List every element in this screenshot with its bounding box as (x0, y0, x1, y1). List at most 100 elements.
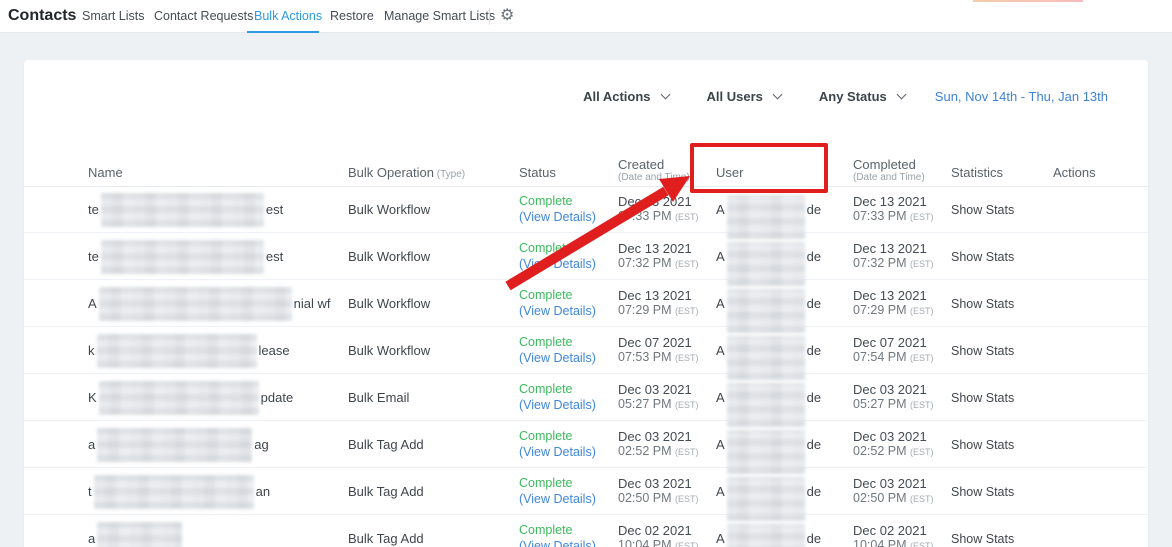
show-stats-link[interactable]: Show Stats (951, 391, 1014, 405)
cell-created: Dec 13 2021 07:29 PM (EST) (618, 280, 699, 327)
cell-name: Kpdate (88, 374, 293, 421)
cell-created: Dec 03 2021 02:50 PM (EST) (618, 468, 699, 515)
completed-time-value: 05:27 PM (853, 397, 907, 411)
show-stats-link[interactable]: Show Stats (951, 203, 1014, 217)
user-suffix: de (806, 484, 822, 499)
created-date: Dec 13 2021 (618, 287, 692, 303)
chevron-down-icon (896, 89, 907, 99)
created-time-value: 07:29 PM (618, 303, 672, 317)
view-details-link[interactable]: (View Details) (519, 539, 596, 547)
user-suffix: de (806, 343, 822, 358)
completed-date: Dec 03 2021 (853, 381, 927, 397)
cell-user: Ade (716, 374, 822, 427)
any-status-label: Any Status (818, 88, 887, 104)
all-users-dropdown[interactable]: All Users (707, 89, 783, 104)
completed-timezone: (EST) (910, 447, 934, 457)
created-time: 10:04 PM (EST) (618, 538, 699, 547)
created-timezone: (EST) (675, 400, 699, 410)
column-header-label: Statistics (951, 165, 1004, 180)
created-time-value: 07:33 PM (618, 209, 672, 223)
cell-name: te est (88, 233, 283, 280)
show-stats-link[interactable]: Show Stats (951, 344, 1014, 358)
user-prefix: A (716, 437, 725, 452)
completed-timezone: (EST) (910, 259, 934, 269)
status-complete-label: Complete (519, 382, 573, 396)
created-date: Dec 13 2021 (618, 193, 692, 209)
tab-bulk-actions[interactable]: Bulk Actions (254, 0, 322, 32)
any-status-dropdown[interactable]: Any Status (818, 88, 907, 104)
cell-completed: Dec 07 2021 07:54 PM (EST) (853, 327, 934, 374)
created-date: Dec 02 2021 (618, 522, 692, 538)
completed-time-value: 07:29 PM (853, 303, 907, 317)
cell-created: Dec 07 2021 07:53 PM (EST) (618, 327, 699, 374)
view-details-link[interactable]: (View Details) (519, 304, 596, 320)
created-timezone: (EST) (675, 306, 699, 316)
view-details-link[interactable]: (View Details) (519, 351, 596, 367)
cell-user: Ade (716, 280, 821, 333)
created-time-value: 07:32 PM (618, 256, 672, 270)
view-details-link[interactable]: (View Details) (519, 398, 596, 414)
created-date: Dec 07 2021 (618, 334, 692, 350)
created-timezone: (EST) (675, 212, 699, 222)
name-prefix: t (88, 484, 92, 499)
status-complete-label: Complete (519, 288, 573, 302)
show-stats-link[interactable]: Show Stats (951, 485, 1014, 499)
cell-completed: Dec 13 2021 07:29 PM (EST) (853, 280, 934, 327)
show-stats-link[interactable]: Show Stats (951, 297, 1014, 311)
view-details-link[interactable]: (View Details) (519, 445, 596, 461)
completed-date: Dec 13 2021 (853, 240, 927, 256)
tab-contact-requests[interactable]: Contact Requests (154, 0, 253, 32)
completed-time-value: 02:50 PM (853, 491, 907, 505)
cell-completed: Dec 03 2021 02:50 PM (EST) (853, 468, 934, 515)
status-complete-label: Complete (519, 241, 573, 255)
user-prefix: A (716, 249, 725, 264)
cell-statistics: Show Stats (951, 468, 1014, 515)
cell-created: Dec 02 2021 10:04 PM (EST) (618, 515, 699, 547)
column-header-sublabel: (Date and Time) (853, 172, 925, 183)
user-prefix: A (716, 531, 725, 546)
view-details-link[interactable]: (View Details) (519, 492, 596, 508)
created-time: 07:53 PM (EST) (618, 350, 699, 367)
cell-user: Ade (716, 515, 821, 547)
bulk-actions-card: All Actions All Users Any Status Sun, No… (24, 60, 1148, 547)
created-time: 07:32 PM (EST) (618, 256, 699, 273)
cell-bulk-operation: Bulk Workflow (348, 343, 431, 358)
redacted-name-blur (100, 192, 264, 227)
show-stats-link[interactable]: Show Stats (951, 532, 1014, 546)
redacted-user-blur (726, 288, 805, 333)
status-complete-label: Complete (519, 194, 573, 208)
column-header-label: Actions (1053, 165, 1096, 180)
tab-smart-lists[interactable]: Smart Lists (82, 0, 145, 32)
created-timezone: (EST) (675, 541, 699, 547)
cell-user: Ade (716, 468, 822, 521)
user-suffix: de (806, 390, 822, 405)
cell-created: Dec 13 2021 07:32 PM (EST) (618, 233, 699, 280)
completed-date: Dec 02 2021 (853, 522, 927, 538)
redacted-name-blur (97, 521, 183, 547)
date-range-picker[interactable]: Sun, Nov 14th - Thu, Jan 13th (935, 89, 1108, 104)
view-details-link[interactable]: (View Details) (519, 210, 596, 226)
user-suffix: de (806, 437, 822, 452)
table-row: te est Bulk Workflow Complete (View Details)… (24, 186, 1148, 239)
table-row: t an Bulk Tag Add Complete (View Details) Dec… (24, 468, 1148, 521)
created-timezone: (EST) (675, 259, 699, 269)
all-actions-dropdown[interactable]: All Actions (583, 89, 670, 104)
redacted-name-blur (98, 286, 292, 321)
settings-gear-icon[interactable]: ⚙ (500, 0, 514, 31)
created-date: Dec 03 2021 (618, 428, 692, 444)
column-header-completed: Completed (Date and Time) (853, 158, 925, 184)
filter-bar: All Actions All Users Any Status Sun, No… (545, 84, 1108, 108)
name-prefix: a (88, 531, 96, 546)
show-stats-link[interactable]: Show Stats (951, 438, 1014, 452)
show-stats-link[interactable]: Show Stats (951, 250, 1014, 264)
tab-restore[interactable]: Restore (330, 0, 374, 32)
redacted-user-blur (726, 429, 805, 474)
cell-status: Complete (View Details) (519, 515, 596, 547)
tab-manage-smart-lists[interactable]: Manage Smart Lists (384, 0, 495, 32)
column-header-label: Created (618, 157, 665, 172)
completed-timezone: (EST) (910, 353, 934, 363)
cell-name: k lease (88, 327, 290, 374)
cell-name: te est (88, 186, 283, 233)
cell-bulk-operation: Bulk Workflow (348, 202, 431, 217)
view-details-link[interactable]: (View Details) (519, 257, 596, 273)
